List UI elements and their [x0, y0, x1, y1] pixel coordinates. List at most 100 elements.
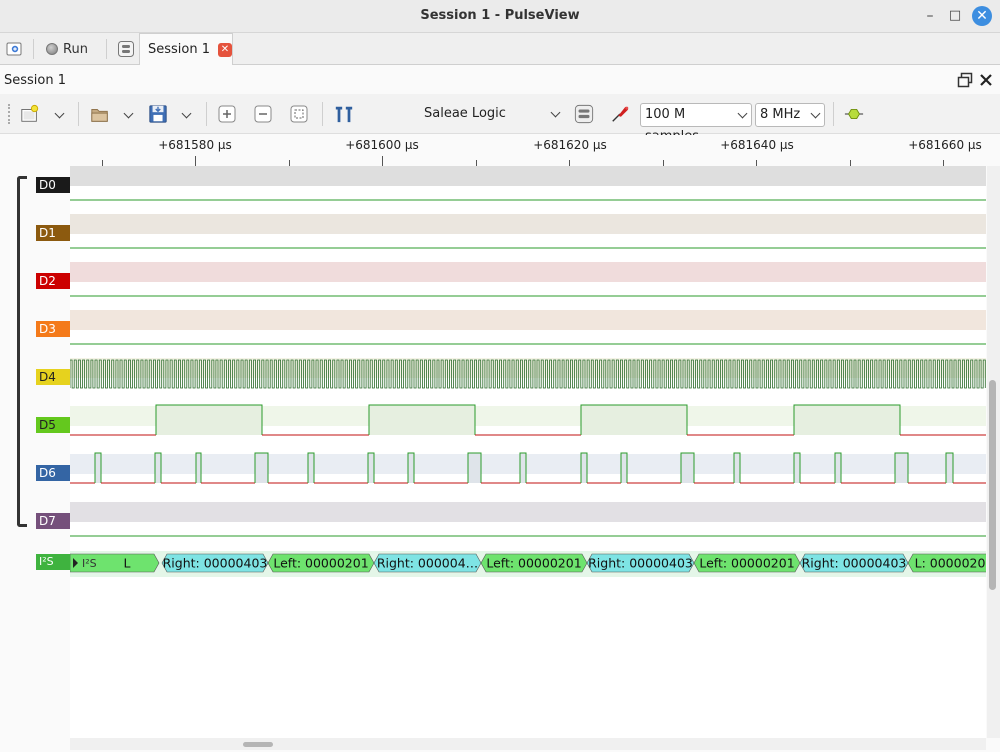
cursor-pair-icon[interactable] — [334, 104, 354, 124]
maximize-button[interactable]: □ — [945, 6, 965, 26]
new-view-dropdown[interactable] — [54, 108, 65, 119]
close-icon[interactable] — [978, 72, 994, 88]
ruler-label: +681600 µs — [345, 138, 419, 152]
session-tab-label: Session 1 — [148, 42, 211, 57]
trace-view[interactable]: I²S L Right: 00000403 Left: 00000201 Right: … — [70, 166, 986, 738]
main-menu-button[interactable] — [117, 38, 135, 60]
annotation-right-text: Right: 00000403 — [163, 556, 268, 571]
zoom-in-icon[interactable] — [217, 104, 237, 124]
tab-separator — [33, 39, 34, 59]
decoder-icon[interactable] — [844, 104, 864, 124]
save-dropdown[interactable] — [181, 108, 192, 119]
toolbar-separator — [833, 102, 834, 126]
annotation-left-text: Left: 00000201 — [486, 556, 581, 571]
channel-label-d6[interactable]: D6 — [36, 465, 77, 481]
zoom-fit-icon[interactable] — [289, 104, 309, 124]
data-high-fill — [835, 453, 841, 483]
ruler-label: +681580 µs — [158, 138, 232, 152]
toolbar-separator — [78, 102, 79, 126]
close-window-button[interactable]: ✕ — [972, 6, 992, 26]
minimize-button[interactable]: – — [920, 6, 940, 26]
data-high-fill — [681, 453, 694, 483]
channel-label-d4[interactable]: D4 — [36, 369, 77, 385]
new-session-icon — [6, 42, 22, 56]
device-selector[interactable]: Saleae Logic — [424, 103, 506, 127]
tab-session-1[interactable]: Session 1 ✕ — [139, 33, 233, 65]
channel-band-d7 — [70, 502, 986, 522]
toolbar-grip — [8, 104, 11, 124]
channel-label-d0[interactable]: D0 — [36, 177, 77, 193]
open-dropdown[interactable] — [123, 108, 134, 119]
channel-group-bracket — [17, 176, 27, 527]
title-bar: Session 1 - PulseView – □ ✕ — [0, 0, 1000, 33]
ws-high-fill — [794, 405, 900, 435]
channel-band-d0 — [70, 166, 986, 186]
main-toolbar: Saleae Logic 100 M samples 8 MHz — [0, 94, 1000, 144]
channel-label-d7[interactable]: D7 — [36, 513, 77, 529]
data-high-fill — [895, 453, 908, 483]
dock-title: Session 1 — [4, 73, 67, 88]
channel-band-d1 — [70, 214, 986, 234]
channel-label-d3[interactable]: D3 — [36, 321, 77, 337]
channel-label-column — [0, 166, 70, 738]
decoder-row-label: I²S — [82, 557, 97, 570]
ruler-label: +681640 µs — [720, 138, 794, 152]
data-high-fill — [794, 453, 800, 483]
save-file-icon[interactable] — [148, 104, 168, 124]
data-high-fill — [95, 453, 101, 483]
probe-icon[interactable] — [610, 104, 630, 124]
horizontal-scrollbar[interactable] — [70, 738, 986, 750]
annotation-first-text: L — [124, 556, 131, 571]
samples-selector[interactable]: 100 M samples — [640, 103, 752, 144]
annotation-right-text: Right: 00000403 — [802, 556, 907, 571]
toolbar-separator — [206, 102, 207, 126]
data-high-fill — [734, 453, 740, 483]
new-session-button[interactable] — [6, 38, 24, 60]
run-button[interactable]: Run — [46, 38, 88, 60]
new-view-icon[interactable] — [20, 104, 40, 124]
run-icon — [46, 43, 58, 55]
channel-band-d6 — [70, 454, 986, 474]
float-icon[interactable] — [957, 72, 973, 88]
tab-bar: Run Session 1 ✕ — [0, 33, 1000, 65]
ws-high-fill — [581, 405, 687, 435]
channel-label-d1[interactable]: D1 — [36, 225, 77, 241]
data-high-fill — [946, 453, 953, 483]
time-ruler[interactable]: +681580 µs +681600 µs +681620 µs +681640… — [70, 135, 996, 166]
ruler-major-tick — [382, 156, 383, 166]
device-dropdown-icon[interactable] — [550, 107, 561, 118]
close-tab-icon[interactable]: ✕ — [218, 42, 232, 57]
settings-icon — [118, 41, 134, 57]
pulseview-window: Session 1 - PulseView – □ ✕ Run Session … — [0, 0, 1000, 752]
decoder-label-i2s[interactable]: I²S — [36, 554, 77, 570]
channel-label-d5[interactable]: D5 — [36, 417, 77, 433]
waveform-canvas: I²S L Right: 00000403 Left: 00000201 Right: … — [70, 166, 986, 577]
vertical-scroll-thumb[interactable] — [989, 380, 996, 590]
open-file-icon[interactable] — [90, 104, 110, 124]
channel-label-d2[interactable]: D2 — [36, 273, 77, 289]
toolbar-separator — [322, 102, 323, 126]
data-high-fill — [155, 453, 161, 483]
ruler-major-tick — [195, 156, 196, 166]
ruler-label: +681660 µs — [908, 138, 982, 152]
annotation-right-text: Right: 000004… — [377, 556, 478, 571]
annotation-right-text: Right: 00000403 — [588, 556, 693, 571]
run-label: Run — [63, 41, 88, 57]
device-config-icon[interactable] — [574, 104, 594, 124]
horizontal-scroll-thumb[interactable] — [243, 742, 273, 747]
data-high-fill — [308, 453, 314, 483]
tab-separator — [106, 39, 107, 59]
zoom-out-icon[interactable] — [253, 104, 273, 124]
data-high-fill — [520, 453, 526, 483]
data-high-fill — [196, 453, 201, 483]
ruler-label: +681620 µs — [533, 138, 607, 152]
data-high-fill — [621, 453, 627, 483]
data-high-fill — [255, 453, 268, 483]
ws-high-fill — [369, 405, 475, 435]
window-title: Session 1 - PulseView — [420, 8, 580, 23]
annotation-left-text: Left: 00000201 — [699, 556, 794, 571]
data-high-fill — [581, 453, 587, 483]
session-dock-header: Session 1 — [0, 66, 1000, 94]
samplerate-selector[interactable]: 8 MHz — [755, 103, 825, 127]
channel-band-d2 — [70, 262, 986, 282]
